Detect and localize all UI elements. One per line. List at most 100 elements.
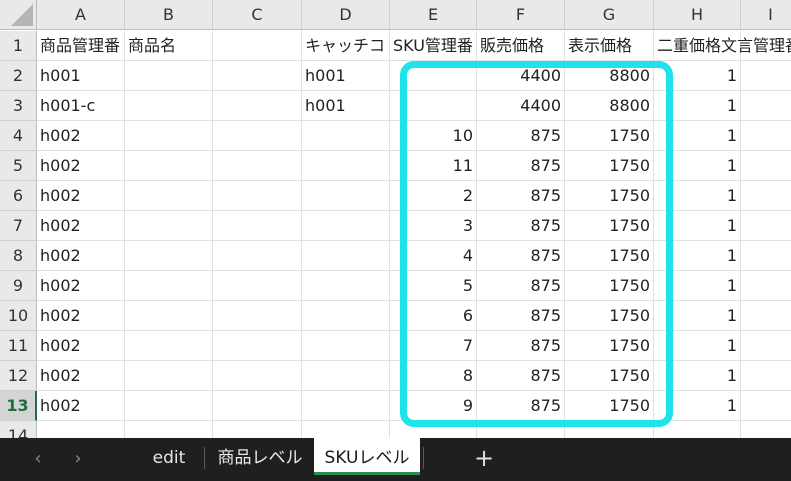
cell-g8[interactable]: 1750	[565, 241, 654, 271]
cell-e2[interactable]	[390, 61, 477, 91]
cell-i11[interactable]	[741, 331, 791, 361]
cell-c2[interactable]	[213, 61, 302, 91]
cell-c10[interactable]	[213, 301, 302, 331]
cell-d13[interactable]	[302, 391, 390, 421]
cell-e7[interactable]: 3	[390, 211, 477, 241]
cell-d10[interactable]	[302, 301, 390, 331]
cell-e14[interactable]	[390, 421, 477, 438]
cell-d11[interactable]	[302, 331, 390, 361]
cell-i6[interactable]	[741, 181, 791, 211]
cell-c14[interactable]	[213, 421, 302, 438]
cell-h2[interactable]: 1	[654, 61, 741, 91]
row-header-3[interactable]: 3	[0, 91, 37, 121]
row-header-12[interactable]: 12	[0, 361, 37, 391]
cell-a11[interactable]: h002	[37, 331, 125, 361]
cell-b5[interactable]	[125, 151, 213, 181]
cell-f1[interactable]: 販売価格	[477, 31, 565, 61]
cell-g5[interactable]: 1750	[565, 151, 654, 181]
cell-c4[interactable]	[213, 121, 302, 151]
cell-a2[interactable]: h001	[37, 61, 125, 91]
cell-i1[interactable]	[741, 31, 791, 61]
cell-f7[interactable]: 875	[477, 211, 565, 241]
cell-g12[interactable]: 1750	[565, 361, 654, 391]
cell-i3[interactable]	[741, 91, 791, 121]
cell-e13[interactable]: 9	[390, 391, 477, 421]
cell-f6[interactable]: 875	[477, 181, 565, 211]
cell-f5[interactable]: 875	[477, 151, 565, 181]
cell-h9[interactable]: 1	[654, 271, 741, 301]
cell-g13[interactable]: 1750	[565, 391, 654, 421]
cell-d12[interactable]	[302, 361, 390, 391]
cell-e4[interactable]: 10	[390, 121, 477, 151]
cell-f9[interactable]: 875	[477, 271, 565, 301]
row-header-5[interactable]: 5	[0, 151, 37, 181]
cell-a14[interactable]	[37, 421, 125, 438]
column-header-d[interactable]: D	[302, 0, 390, 30]
cell-b14[interactable]	[125, 421, 213, 438]
cell-d1[interactable]: キャッチコ	[302, 31, 390, 61]
cell-a3[interactable]: h001-c	[37, 91, 125, 121]
sheet-tab-edit[interactable]: edit	[138, 438, 200, 475]
cell-i8[interactable]	[741, 241, 791, 271]
cell-b8[interactable]	[125, 241, 213, 271]
cell-b12[interactable]	[125, 361, 213, 391]
cell-g6[interactable]: 1750	[565, 181, 654, 211]
cell-a12[interactable]: h002	[37, 361, 125, 391]
cell-c12[interactable]	[213, 361, 302, 391]
cell-a10[interactable]: h002	[37, 301, 125, 331]
cell-i5[interactable]	[741, 151, 791, 181]
cell-h5[interactable]: 1	[654, 151, 741, 181]
cell-g1[interactable]: 表示価格	[565, 31, 654, 61]
cell-b11[interactable]	[125, 331, 213, 361]
cell-f3[interactable]: 4400	[477, 91, 565, 121]
cell-c6[interactable]	[213, 181, 302, 211]
cell-a5[interactable]: h002	[37, 151, 125, 181]
cell-g10[interactable]: 1750	[565, 301, 654, 331]
cell-e9[interactable]: 5	[390, 271, 477, 301]
cell-g9[interactable]: 1750	[565, 271, 654, 301]
column-header-h[interactable]: H	[654, 0, 741, 30]
cell-c11[interactable]	[213, 331, 302, 361]
cell-b13[interactable]	[125, 391, 213, 421]
cell-d14[interactable]	[302, 421, 390, 438]
cell-c1[interactable]	[213, 31, 302, 61]
cell-b9[interactable]	[125, 271, 213, 301]
row-header-13[interactable]: 13	[0, 391, 37, 421]
row-header-11[interactable]: 11	[0, 331, 37, 361]
cell-h4[interactable]: 1	[654, 121, 741, 151]
cell-a6[interactable]: h002	[37, 181, 125, 211]
cell-e6[interactable]: 2	[390, 181, 477, 211]
cell-g7[interactable]: 1750	[565, 211, 654, 241]
chevron-right-icon[interactable]: ›	[64, 446, 92, 472]
cell-h3[interactable]: 1	[654, 91, 741, 121]
sheet-tab-product-level[interactable]: 商品レベル	[210, 438, 310, 475]
chevron-left-icon[interactable]: ‹	[24, 446, 52, 472]
cell-h12[interactable]: 1	[654, 361, 741, 391]
row-header-8[interactable]: 8	[0, 241, 37, 271]
cell-h13[interactable]: 1	[654, 391, 741, 421]
row-header-9[interactable]: 9	[0, 271, 37, 301]
row-header-2[interactable]: 2	[0, 61, 37, 91]
column-header-i[interactable]: I	[741, 0, 791, 30]
cell-h1[interactable]: 二重価格文言管理番号	[654, 31, 791, 61]
cell-d2[interactable]: h001	[302, 61, 390, 91]
cell-i14[interactable]	[741, 421, 791, 438]
cell-a7[interactable]: h002	[37, 211, 125, 241]
column-header-f[interactable]: F	[477, 0, 565, 30]
cell-g3[interactable]: 8800	[565, 91, 654, 121]
cell-g14[interactable]	[565, 421, 654, 438]
cell-b10[interactable]	[125, 301, 213, 331]
column-header-a[interactable]: A	[37, 0, 125, 30]
cell-b1[interactable]: 商品名	[125, 31, 213, 61]
cell-f11[interactable]: 875	[477, 331, 565, 361]
cell-b4[interactable]	[125, 121, 213, 151]
cell-i13[interactable]	[741, 391, 791, 421]
cell-e10[interactable]: 6	[390, 301, 477, 331]
cell-f10[interactable]: 875	[477, 301, 565, 331]
select-all-corner[interactable]	[0, 0, 37, 30]
cell-h11[interactable]: 1	[654, 331, 741, 361]
cell-g4[interactable]: 1750	[565, 121, 654, 151]
row-header-7[interactable]: 7	[0, 211, 37, 241]
cell-e8[interactable]: 4	[390, 241, 477, 271]
cell-e12[interactable]: 8	[390, 361, 477, 391]
